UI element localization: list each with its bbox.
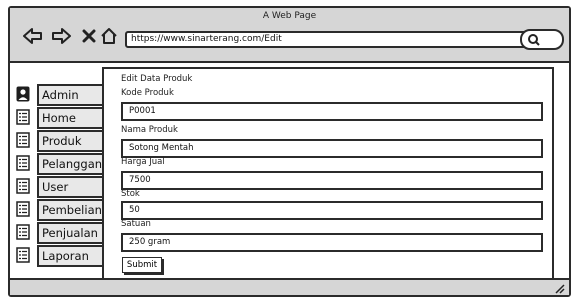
kode-produk-input[interactable]: P0001 (121, 102, 543, 121)
list-icon (16, 224, 30, 240)
user-icon (16, 86, 30, 102)
home-button[interactable] (98, 25, 120, 47)
arrow-right-icon (52, 28, 71, 44)
field-label-nama-produk: Nama Produk (121, 125, 178, 135)
browser-window: A Web Page https://www.sinarterang.com/E… (8, 6, 571, 297)
nama-produk-input[interactable]: Sotong Mentah (121, 139, 543, 158)
x-icon (82, 29, 96, 43)
back-button[interactable] (22, 25, 44, 47)
list-icon (16, 155, 30, 171)
edit-product-form: Edit Data Produk Kode Produk P0001 Nama … (102, 67, 554, 280)
address-bar[interactable]: https://www.sinarterang.com/Edit (125, 31, 551, 48)
list-icon (16, 247, 30, 263)
search-icon (528, 34, 540, 46)
window-title: A Web Page (262, 11, 317, 21)
harga-jual-input[interactable]: 7500 (121, 171, 543, 190)
field-label-harga-jual: Harga Jual (121, 157, 165, 167)
forward-button[interactable] (50, 25, 72, 47)
list-icon (16, 109, 30, 125)
satuan-input[interactable]: 250 gram (121, 233, 543, 252)
home-icon (101, 28, 117, 44)
list-icon (16, 132, 30, 148)
field-label-kode-produk: Kode Produk (121, 88, 174, 98)
status-bar (10, 278, 569, 295)
title-bar: A Web Page https://www.sinarterang.com/E… (10, 8, 569, 63)
stop-button[interactable] (78, 25, 100, 47)
list-icon (16, 178, 30, 194)
form-title: Edit Data Produk (121, 74, 193, 84)
field-label-satuan: Satuan (121, 219, 151, 229)
stok-input[interactable]: 50 (121, 201, 543, 220)
resize-grip-icon[interactable] (553, 282, 565, 294)
field-label-stok: Stok (121, 189, 140, 199)
list-icon (16, 201, 30, 217)
search-button[interactable] (520, 29, 564, 50)
arrow-left-icon (23, 28, 42, 44)
submit-button[interactable]: Submit (122, 257, 162, 273)
